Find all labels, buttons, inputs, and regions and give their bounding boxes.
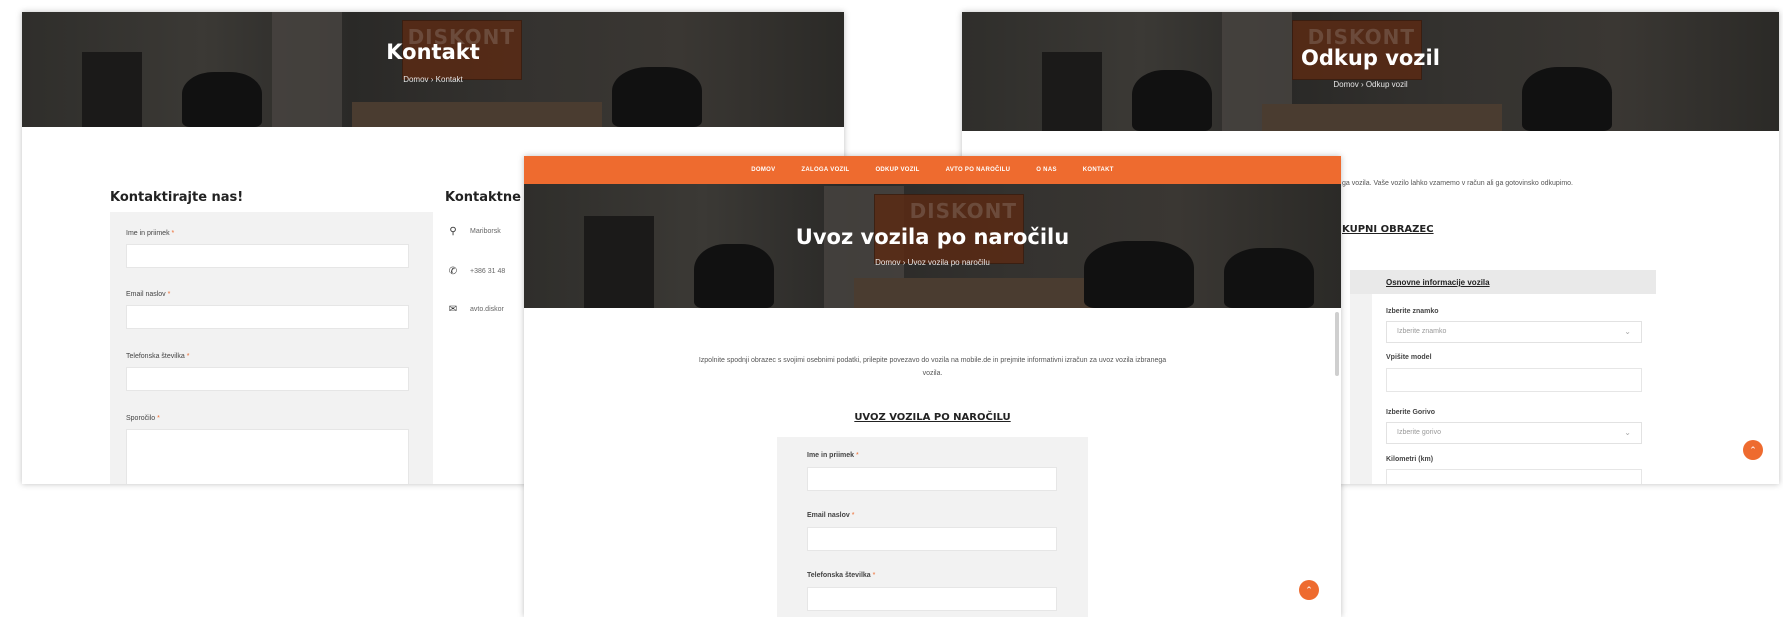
- chevron-up-icon: ⌃: [1749, 444, 1757, 455]
- message-textarea[interactable]: [126, 429, 409, 484]
- chevron-down-icon: ⌄: [1624, 428, 1631, 437]
- breadcrumb[interactable]: Domov › Uvoz vozila po naročilu: [524, 258, 1341, 267]
- contact-address: Mariborsk: [470, 228, 501, 235]
- name-label: Ime in priimek: [126, 230, 170, 237]
- phone-input[interactable]: [126, 367, 409, 391]
- breadcrumb[interactable]: Domov › Kontakt: [22, 75, 844, 84]
- name-input[interactable]: [126, 244, 409, 268]
- page-title: Odkup vozil: [1301, 46, 1440, 70]
- km-label: Kilometri (km): [1386, 456, 1434, 463]
- brand-select[interactable]: Izberite znamko ⌄: [1386, 321, 1642, 343]
- contact-info-heading: Kontaktne: [445, 190, 521, 205]
- uvoz-page-screenshot: DISKONT DOMOV ZALOGA VOZIL ODKUP VOZIL A…: [524, 156, 1341, 617]
- page-title: Uvoz vozila po naročilu: [795, 225, 1070, 249]
- intro-text-line1: Izpolnite spodnji obrazec s svojimi oseb…: [698, 357, 1167, 364]
- nav-item-avto-po-narocilu[interactable]: AVTO PO NAROČILU: [946, 167, 1011, 173]
- page-title: Kontakt: [386, 40, 480, 64]
- odkup-hero: DISKONT Odkup vozil Domov › Odkup vozil: [962, 12, 1779, 131]
- name-label: Ime in priimek: [807, 452, 855, 459]
- name-input[interactable]: [807, 467, 1057, 491]
- location-pin-icon: ⚲: [449, 226, 457, 237]
- form-heading: Kontaktirajte nas!: [110, 190, 244, 205]
- phone-icon: ✆: [448, 266, 458, 277]
- form-heading: UVOZ VOZILA PO NAROČILU: [854, 412, 1011, 423]
- phone-label: Telefonska številka: [126, 353, 185, 360]
- scroll-to-top-button[interactable]: ⌃: [1299, 580, 1319, 600]
- contact-phone[interactable]: +386 31 48: [470, 268, 505, 275]
- email-input[interactable]: [807, 527, 1057, 551]
- email-input[interactable]: [126, 305, 409, 329]
- fuel-select[interactable]: Izberite gorivo ⌄: [1386, 422, 1642, 444]
- nav-item-domov[interactable]: DOMOV: [751, 167, 775, 173]
- scrollbar[interactable]: [1335, 312, 1339, 376]
- model-label: Vpišite model: [1386, 354, 1432, 361]
- chevron-up-icon: ⌃: [1305, 584, 1313, 595]
- model-input[interactable]: [1386, 368, 1642, 392]
- contact-email[interactable]: avto.diskor: [470, 306, 504, 313]
- fuel-label: Izberite Gorivo: [1386, 409, 1436, 416]
- kontakt-hero: DISKONT Kontakt Domov › Kontakt: [22, 12, 844, 127]
- contact-form: Ime in priimek * Email naslov * Telefons…: [110, 212, 433, 484]
- message-label: Sporočilo: [126, 415, 156, 422]
- nav-item-kontakt[interactable]: KONTAKT: [1083, 167, 1114, 173]
- nav-item-odkup-vozil[interactable]: ODKUP VOZIL: [875, 167, 919, 173]
- email-label: Email naslov: [807, 512, 850, 519]
- intro-text-line2: vozila.: [922, 370, 943, 377]
- main-nav: DOMOV ZALOGA VOZIL ODKUP VOZIL AVTO PO N…: [524, 156, 1341, 184]
- vehicle-info-panel: Osnovne informacije vozila Izberite znam…: [1372, 270, 1656, 484]
- km-input[interactable]: [1386, 469, 1642, 484]
- breadcrumb[interactable]: Domov › Odkup vozil: [962, 80, 1779, 89]
- contact-email-row: ✉ avto.diskor: [448, 304, 504, 315]
- phone-input[interactable]: [807, 587, 1057, 611]
- nav-item-o-nas[interactable]: O NAS: [1036, 167, 1057, 173]
- envelope-icon: ✉: [448, 304, 458, 315]
- import-form: Ime in priimek * Email naslov * Telefons…: [777, 437, 1088, 617]
- tab-vehicle-info[interactable]: Osnovne informacije vozila: [1386, 278, 1490, 287]
- contact-phone-row: ✆ +386 31 48: [448, 266, 505, 277]
- nav-item-zaloga-vozil[interactable]: ZALOGA VOZIL: [801, 167, 849, 173]
- phone-label: Telefonska številka: [807, 572, 871, 579]
- brand-label: Izberite znamko: [1386, 308, 1439, 315]
- intro-text: ga vozila. Vaše vozilo lahko vzamemo v r…: [1342, 180, 1573, 187]
- chevron-down-icon: ⌄: [1624, 327, 1631, 336]
- form-heading: KUPNI OBRAZEC: [1342, 224, 1434, 235]
- contact-address-row: ⚲ Mariborsk: [448, 226, 501, 237]
- email-label: Email naslov: [126, 291, 166, 298]
- hero-sign-text: DISKONT: [909, 199, 1017, 223]
- scroll-to-top-button[interactable]: ⌃: [1743, 440, 1763, 460]
